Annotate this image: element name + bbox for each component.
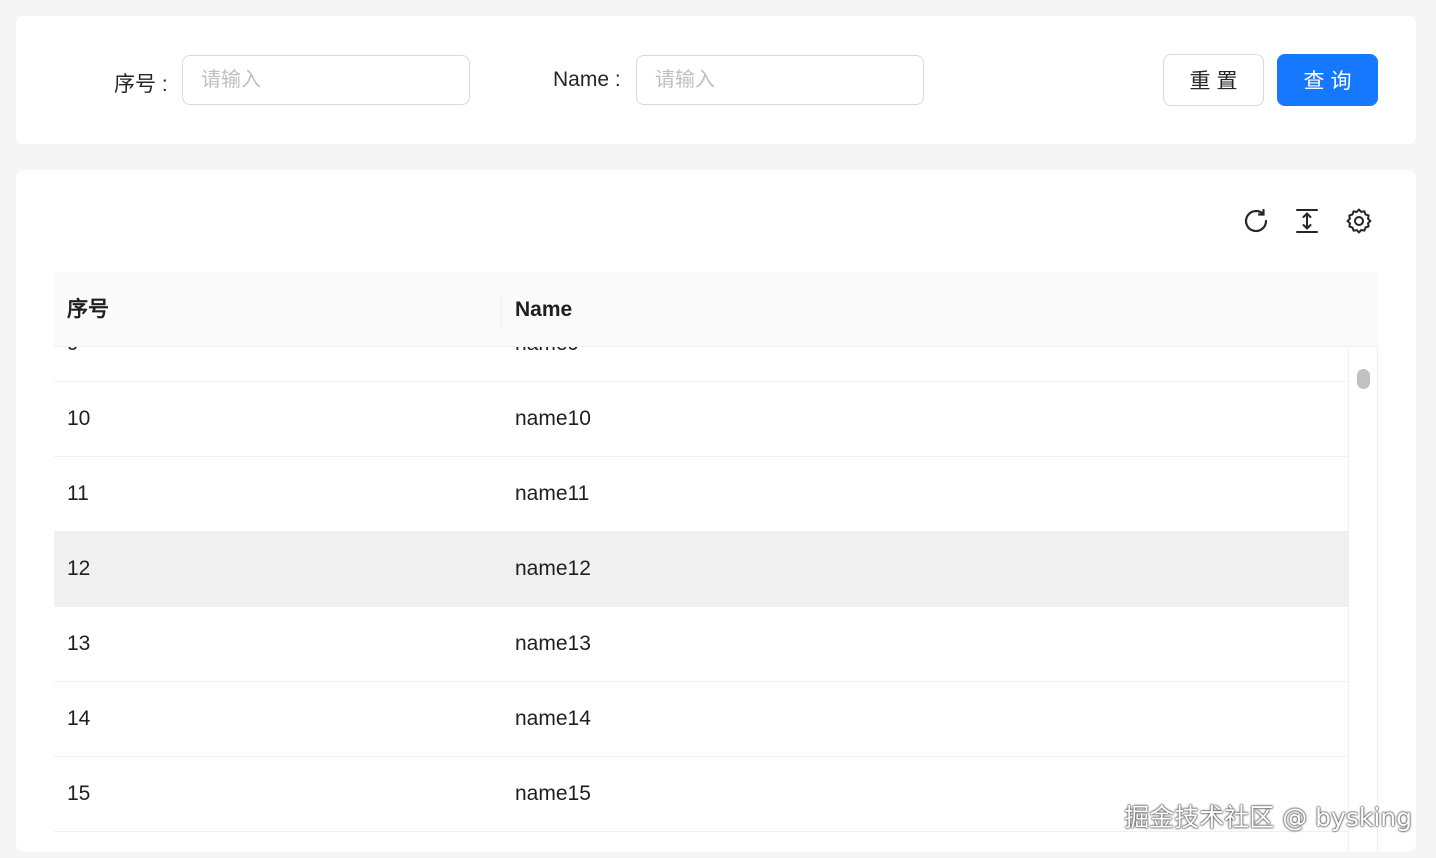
search-form: 序号 : Name : 重置 查询 — [16, 16, 1416, 144]
cell-name: name13 — [515, 632, 591, 655]
query-button[interactable]: 查询 — [1277, 54, 1378, 106]
vertical-scrollbar[interactable] — [1348, 347, 1378, 852]
name-field-label: Name : — [553, 68, 621, 91]
cell-id: 14 — [67, 707, 91, 730]
id-search-input[interactable] — [182, 55, 470, 105]
watermark: 掘金技术社区 @ bysking — [1124, 803, 1412, 832]
cell-name: name9 — [515, 347, 579, 381]
cell-id: 10 — [67, 407, 91, 430]
cell-id: 9 — [67, 347, 79, 381]
cell-name: name15 — [515, 782, 591, 805]
scrollbar-thumb[interactable] — [1357, 369, 1370, 389]
column-divider — [501, 292, 502, 328]
column-header-id[interactable]: 序号 — [67, 272, 109, 347]
cell-id: 11 — [67, 482, 89, 505]
cell-id: 13 — [67, 632, 91, 655]
name-search-input[interactable] — [636, 55, 924, 105]
cell-name: name10 — [515, 407, 591, 430]
cell-name: name14 — [515, 707, 591, 730]
id-field-label: 序号 : — [114, 73, 168, 96]
cell-id: 15 — [67, 782, 91, 805]
cell-id: 12 — [67, 557, 91, 580]
table-row-hovered[interactable]: 12 name12 — [54, 532, 1348, 607]
table-header: 序号 Name — [54, 272, 1378, 347]
table-card: 序号 Name 9 name9 10 name10 11 name11 1 — [16, 170, 1416, 852]
table-body: 9 name9 10 name10 11 name11 12 name12 13 — [54, 347, 1348, 852]
reset-button[interactable]: 重置 — [1163, 54, 1264, 106]
cell-name: name12 — [515, 557, 591, 580]
table-row[interactable]: 11 name11 — [54, 457, 1348, 532]
table-row[interactable]: 13 name13 — [54, 607, 1348, 682]
table-row[interactable]: 9 name9 — [54, 347, 1348, 382]
reload-icon[interactable] — [1241, 206, 1271, 236]
cell-name: name11 — [515, 482, 590, 505]
table-row[interactable]: 10 name10 — [54, 382, 1348, 457]
data-table: 序号 Name 9 name9 10 name10 11 name11 1 — [54, 272, 1378, 852]
column-height-icon[interactable] — [1292, 206, 1322, 236]
settings-icon[interactable] — [1344, 206, 1374, 236]
column-header-name[interactable]: Name — [515, 272, 572, 347]
table-row[interactable]: 14 name14 — [54, 682, 1348, 757]
